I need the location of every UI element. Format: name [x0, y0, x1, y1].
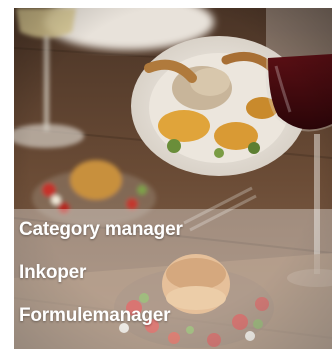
menu-item-formulemanager[interactable]: Formulemanager: [19, 305, 183, 327]
page: Category manager Inkoper Formulemanager: [0, 0, 332, 355]
menu-item-category-manager[interactable]: Category manager: [19, 219, 183, 241]
menu-item-inkoper[interactable]: Inkoper: [19, 262, 183, 284]
role-menu: Category manager Inkoper Formulemanager: [19, 219, 183, 327]
